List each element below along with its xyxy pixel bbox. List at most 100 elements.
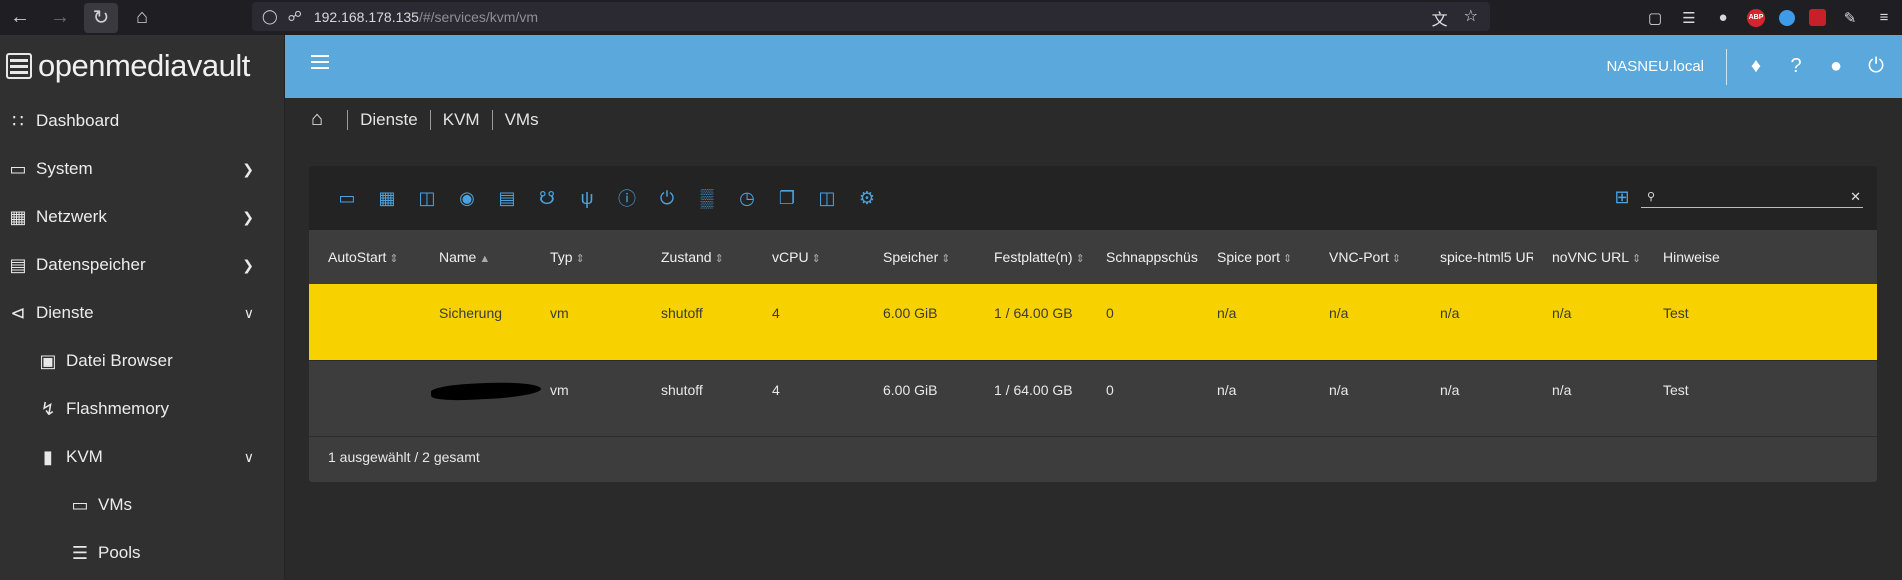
sidebar-item-vms[interactable]: ▭ VMs (0, 481, 284, 529)
col-hinweise[interactable]: Hinweise (1644, 230, 1877, 284)
vm-table: AutoStart ⇕ Name ▲ Typ ⇕ Zustand ⇕ vCPU ⇕ Spe… (309, 230, 1877, 437)
search-input[interactable] (1655, 188, 1830, 205)
usb-icon[interactable]: ψ (575, 186, 599, 210)
browser-toolbar: ← → ↻ ⌂ ◯ ☍ 192.168.178.135/#/services/k… (0, 0, 1902, 35)
bookmark-star-icon[interactable]: ☆ (1464, 6, 1478, 30)
sidebar-item-netzwerk[interactable]: ▦ Netzwerk ❯ (0, 193, 284, 241)
brand[interactable]: openmediavault (0, 35, 284, 97)
app-header: NASNEU.local ♦ ? ● ⏻ (285, 35, 1902, 98)
info-icon[interactable]: ⓘ (615, 186, 639, 210)
table-footer-count: 1 ausgewählt / 2 gesamt (328, 449, 480, 465)
folder-icon[interactable]: ▤ (495, 186, 519, 210)
optical-disc-icon[interactable]: ◉ (455, 186, 479, 210)
table-header-row: AutoStart ⇕ Name ▲ Typ ⇕ Zustand ⇕ vCPU ⇕ Spe… (309, 230, 1877, 284)
sidebar-item-kvm[interactable]: ▮ KVM ∨ (0, 433, 284, 481)
server-icon: ▮ (43, 446, 53, 467)
power-icon[interactable]: ⏻ (1868, 53, 1884, 79)
breadcrumb: ⌂ Dienste KVM VMs (311, 108, 539, 131)
help-icon[interactable]: ? (1788, 53, 1804, 79)
sidebar-item-dienste[interactable]: ⊲ Dienste ∨ (0, 289, 284, 337)
clone-icon[interactable]: ❐ (775, 186, 799, 210)
share-icon: ⊲ (10, 302, 26, 323)
library-icon[interactable]: ☰ (1679, 8, 1699, 28)
col-speicher[interactable]: Speicher ⇕ (864, 230, 975, 284)
vm-name: Sicherung (420, 284, 531, 360)
adblock-icon[interactable]: ABP (1747, 8, 1765, 27)
notifications-bell-icon[interactable]: ♦ (1748, 53, 1764, 79)
extension-blue-icon[interactable] (1779, 9, 1795, 26)
redaction-mark (430, 379, 542, 402)
column-config-icon[interactable]: ⊞ (1611, 186, 1633, 208)
delete-icon[interactable]: ▒ (695, 186, 719, 210)
menu-icon[interactable]: ≡ (1874, 8, 1894, 28)
laptop-icon: ▭ (9, 158, 27, 179)
translate-icon[interactable]: 文 (1432, 6, 1448, 30)
header-divider (1726, 49, 1727, 85)
pools-icon: ☰ (71, 542, 89, 563)
chevron-right-icon: ❯ (242, 160, 254, 177)
sidebar-item-pools[interactable]: ☰ Pools (0, 529, 284, 577)
table-row[interactable]: Sicherung vm shutoff 4 6.00 GiB 1 / 64.0… (309, 284, 1877, 360)
search-icon: ⚲ (1647, 191, 1656, 203)
disk-icon[interactable]: ◫ (415, 186, 439, 210)
breadcrumb-dienste[interactable]: Dienste (360, 110, 418, 130)
save-icon: ▣ (39, 350, 57, 371)
col-snapshots[interactable]: Schnappschüsse (1087, 230, 1198, 284)
sidebar-item-dashboard[interactable]: ∷ Dashboard (0, 97, 284, 145)
chevron-down-icon: ∨ (243, 448, 254, 465)
url-bar[interactable]: ◯ ☍ 192.168.178.135/#/services/kvm/vm 文 … (252, 2, 1490, 31)
col-festplatte[interactable]: Festplatte(n) ⇕ (975, 230, 1087, 284)
forward-button[interactable]: → (40, 0, 80, 35)
table-row[interactable]: vm shutoff 4 6.00 GiB 1 / 64.00 GB 0 n/a… (309, 359, 1877, 437)
hostname: NASNEU.local (1606, 58, 1704, 75)
col-vcpu[interactable]: vCPU ⇕ (753, 230, 864, 284)
clear-icon[interactable]: ✕ (1850, 189, 1861, 205)
search-field[interactable]: ⚲ ✕ (1641, 187, 1863, 208)
menu-toggle-icon[interactable] (311, 55, 329, 73)
col-autostart[interactable]: AutoStart ⇕ (309, 230, 420, 284)
power-icon[interactable]: ⏻ (655, 186, 679, 210)
flash-icon: ↯ (40, 398, 56, 419)
sidebar-item-datenspeicher[interactable]: ▤ Datenspeicher ❯ (0, 241, 284, 289)
settings-gear-icon[interactable]: ⚙ (855, 186, 879, 210)
sidebar-item-datei-browser[interactable]: ▣ Datei Browser (0, 337, 284, 385)
omv-logo-icon (6, 53, 32, 79)
home-button[interactable]: ⌂ (122, 0, 162, 35)
breadcrumb-kvm[interactable]: KVM (443, 110, 480, 130)
user-icon[interactable]: ● (1828, 53, 1844, 79)
add-vm-icon[interactable]: ▭ (335, 186, 359, 210)
account-icon[interactable]: ● (1713, 8, 1733, 28)
extensions-icon[interactable]: ✎ (1840, 8, 1860, 28)
network-icon: ▦ (9, 206, 27, 227)
network-icon[interactable]: ☋ (535, 186, 559, 210)
vm-icon: ▭ (71, 494, 89, 515)
back-button[interactable]: ← (0, 0, 40, 35)
chevron-down-icon: ∨ (243, 304, 254, 321)
vm-name-redacted (420, 359, 542, 437)
sidebar-item-system[interactable]: ▭ System ❯ (0, 145, 284, 193)
pocket-icon[interactable]: ▢ (1645, 8, 1665, 28)
chevron-right-icon: ❯ (242, 208, 254, 225)
memory-icon[interactable]: ▦ (375, 186, 399, 210)
vm-datatable-card: ▭ ▦ ◫ ◉ ▤ ☋ ψ ⓘ ⏻ ▒ ◷ ❐ ◫ ⚙ ⊞ ⚲ ✕ AutoSt… (309, 166, 1877, 482)
col-typ[interactable]: Typ ⇕ (531, 230, 642, 284)
shield-icon: ◯ (262, 8, 278, 24)
chevron-right-icon: ❯ (242, 256, 254, 273)
snapshot-icon[interactable]: ◷ (735, 186, 759, 210)
sidebar-item-flashmemory[interactable]: ↯ Flashmemory (0, 385, 284, 433)
col-novnc-url[interactable]: noVNC URL ⇕ (1533, 230, 1644, 284)
col-spice-html5-url[interactable]: spice-html5 URL (1421, 230, 1533, 284)
col-vnc-port[interactable]: VNC-Port ⇕ (1310, 230, 1421, 284)
col-name[interactable]: Name ▲ (420, 230, 531, 284)
home-icon[interactable]: ⌂ (311, 108, 323, 131)
sidebar: openmediavault ∷ Dashboard ▭ System ❯ ▦ … (0, 35, 285, 580)
url-text: 192.168.178.135/#/services/kvm/vm (313, 8, 538, 25)
extension-red-icon[interactable] (1809, 9, 1826, 26)
datatable-toolbar: ▭ ▦ ◫ ◉ ▤ ☋ ψ ⓘ ⏻ ▒ ◷ ❐ ◫ ⚙ ⊞ ⚲ ✕ (309, 166, 1877, 230)
reload-button[interactable]: ↻ (84, 2, 118, 33)
dashboard-icon: ∷ (12, 110, 24, 131)
col-spice-port[interactable]: Spice port ⇕ (1198, 230, 1310, 284)
col-zustand[interactable]: Zustand ⇕ (642, 230, 753, 284)
remote-display-icon[interactable]: ◫ (815, 186, 839, 210)
brand-name: openmediavault (38, 48, 250, 83)
